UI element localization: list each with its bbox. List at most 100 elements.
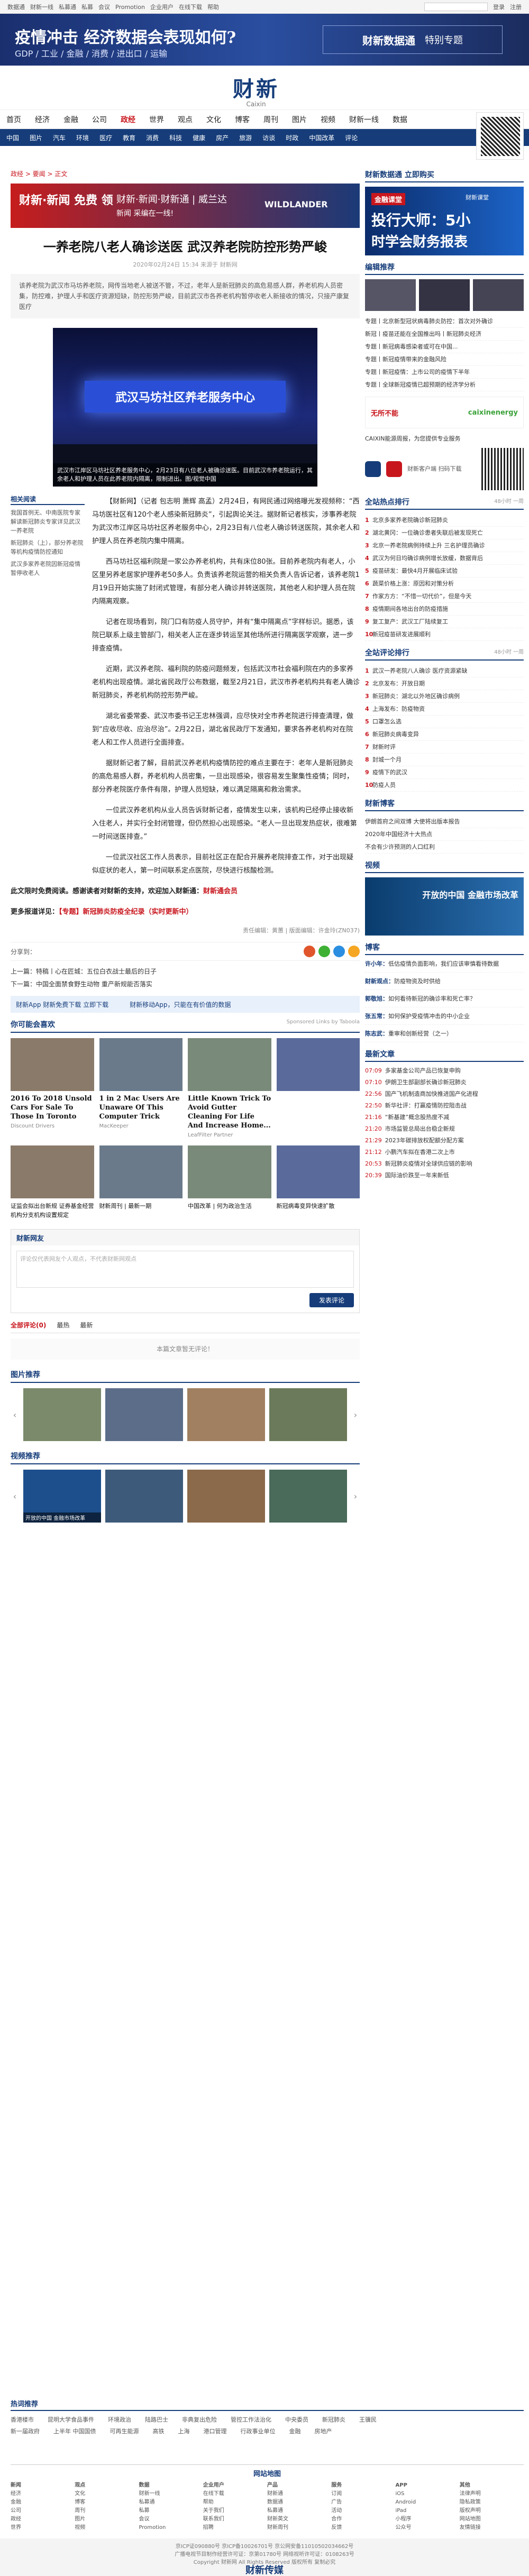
- submit-comment-button[interactable]: 发表评论: [309, 1293, 354, 1307]
- breadcrumb[interactable]: 政经 > 要闻 > 正文: [11, 169, 360, 178]
- next-article-link[interactable]: 下一篇：中国全面禁食野生动物 重产新规能否落实: [11, 978, 360, 991]
- list-item[interactable]: 伊朗首府之间双博 大使将出版本报告: [365, 815, 524, 828]
- subnav-item[interactable]: 中国: [6, 133, 19, 142]
- list-item[interactable]: 不会有少许预测的人口红利: [365, 841, 524, 854]
- site-map-link[interactable]: 法律声明: [460, 2490, 524, 2498]
- hot-word[interactable]: 上海: [178, 2427, 190, 2435]
- app-promo-2[interactable]: 财新移动App，只能在有价值的数据: [130, 1000, 231, 1009]
- related-link[interactable]: 我国首例无、中南医院专家解读新冠肺炎专家详见武汉一养老院: [11, 508, 85, 535]
- list-item-text[interactable]: 伊朗首府之间双博 大使将出版本报告: [365, 818, 460, 825]
- nav-item[interactable]: 周刊: [263, 114, 278, 125]
- blog-author[interactable]: 张五常：: [365, 1013, 388, 1020]
- site-map-link[interactable]: 网站地图: [460, 2515, 524, 2524]
- site-map-link[interactable]: 活动: [331, 2507, 395, 2515]
- recommend-card[interactable]: 证监会拟出台新规 证券基金经营机构分支机构设置规定: [11, 1145, 94, 1222]
- top-link[interactable]: 企业用户: [150, 4, 174, 11]
- recommend-card[interactable]: 新冠病毒变异快速扩散: [276, 1145, 360, 1222]
- list-item[interactable]: 10防疫人员: [365, 779, 524, 792]
- list-item-text[interactable]: 北京一养老院病例持续上升 三名护理员确诊: [372, 542, 485, 549]
- prev-arrow-icon[interactable]: ‹: [11, 1491, 19, 1501]
- site-map-link[interactable]: Promotion: [139, 2524, 203, 2532]
- list-item[interactable]: 专题丨新冠疫情：上市公司的疫情下半年: [365, 366, 524, 379]
- hot-word[interactable]: 房地产: [315, 2427, 332, 2435]
- site-map-link[interactable]: 私募通: [139, 2498, 203, 2507]
- tab-hot-comments[interactable]: 最热: [57, 1321, 69, 1330]
- news-item[interactable]: 22:50 新华社评：打赢疫情防控阻击战: [365, 1101, 524, 1111]
- recommend-card[interactable]: Little Known Trick To Avoid Gutter Clean…: [188, 1038, 271, 1138]
- app-promo-1[interactable]: 财新App 财新免费下载 立即下载: [16, 1000, 108, 1009]
- subnav-item[interactable]: 健康: [193, 133, 205, 142]
- site-map-link[interactable]: 数据通: [267, 2498, 331, 2507]
- list-item-text[interactable]: 2020年中国经济十大热点: [365, 831, 432, 838]
- list-item-text[interactable]: 新冠丨疫苗还能在全国推出吗丨新冠肺炎经济: [365, 331, 481, 337]
- list-item[interactable]: 7 财新时评: [365, 741, 524, 754]
- list-item-text[interactable]: 作家方方：“不惜一切代价”，但是今天: [372, 593, 471, 600]
- list-item-text[interactable]: 防疫人员: [372, 782, 396, 789]
- site-map-link[interactable]: 公众号: [396, 2524, 460, 2532]
- topic-link[interactable]: 【专题】新冠肺炎防疫全纪录（实时更新中）: [59, 908, 193, 916]
- list-item[interactable]: 9 复工复产：武汉工厂陆续复工: [365, 616, 524, 628]
- nav-item[interactable]: 财新一线: [349, 114, 379, 125]
- video-rec-item[interactable]: [105, 1470, 183, 1523]
- list-item[interactable]: 8 疫情期间各地出台的防疫措施: [365, 603, 524, 616]
- subnav-item[interactable]: 汽车: [53, 133, 66, 142]
- hot-word[interactable]: 非典复出危险: [182, 2415, 217, 2424]
- blog-title[interactable]: 重审和创新经营（之一）: [388, 1030, 452, 1037]
- subnav-item[interactable]: 旅游: [239, 133, 252, 142]
- login-link[interactable]: 登录: [493, 3, 505, 11]
- hot-word[interactable]: 中央委员: [285, 2415, 308, 2424]
- subnav-item[interactable]: 医疗: [99, 133, 112, 142]
- top-link[interactable]: 私募: [81, 4, 93, 11]
- top-link[interactable]: 数据通: [7, 4, 25, 11]
- list-item[interactable]: 6 新冠肺炎病毒变异: [365, 728, 524, 741]
- top-link[interactable]: 会议: [98, 4, 110, 11]
- top-link[interactable]: Promotion: [115, 4, 145, 11]
- list-item-text[interactable]: 新冠疫苗研发进展顺利: [372, 631, 431, 638]
- nav-item[interactable]: 视频: [321, 114, 335, 125]
- list-item-text[interactable]: 新冠肺炎：湖北以外地区确诊病例: [372, 693, 460, 700]
- news-title[interactable]: 国际油价跌至一年来新低: [385, 1172, 449, 1179]
- list-item-text[interactable]: 湖北黄冈：一位确诊患者失联后被发现死亡: [372, 529, 483, 536]
- news-item[interactable]: 21:12 小鹏汽车拟在香港二次上市: [365, 1148, 524, 1157]
- list-item-text[interactable]: 武汉为何日均确诊病例增长放缓，数据背后: [372, 555, 483, 562]
- list-item-text[interactable]: 专题丨全球新冠疫情已超预期的经济学分析: [365, 381, 476, 388]
- blog-item[interactable]: 郭敬旭：如何看待新冠的确诊率和死亡率？: [365, 994, 524, 1007]
- top-link[interactable]: 财新一线: [30, 4, 53, 11]
- site-map-link[interactable]: 隐私政策: [460, 2498, 524, 2507]
- qzone-icon[interactable]: [348, 946, 360, 957]
- list-item[interactable]: 专题丨新冠病毒感染者或可在中国...: [365, 341, 524, 353]
- site-map-link[interactable]: 文化: [75, 2490, 139, 2498]
- video-rec-item[interactable]: 开放的中国 金融市场改革: [23, 1470, 101, 1523]
- subnav-item[interactable]: 图片: [30, 133, 42, 142]
- prev-arrow-icon[interactable]: ‹: [11, 1410, 19, 1420]
- nav-item[interactable]: 博客: [235, 114, 250, 125]
- subnav-item[interactable]: 房产: [216, 133, 229, 142]
- next-arrow-icon[interactable]: ›: [351, 1491, 360, 1501]
- site-logo[interactable]: 财新 Caixin: [233, 72, 279, 108]
- list-item-text[interactable]: 疫情下的武汉: [372, 769, 407, 776]
- top-link[interactable]: 在线下载: [179, 4, 202, 11]
- nav-item[interactable]: 金融: [63, 114, 78, 125]
- prev-article-link[interactable]: 上一篇：特稿丨心在匠城：五位白衣战士最后的日子: [11, 965, 360, 978]
- subnav-item[interactable]: 访谈: [262, 133, 275, 142]
- nav-item[interactable]: 观点: [178, 114, 193, 125]
- blog-author[interactable]: 财新观点：: [365, 978, 394, 985]
- nav-item[interactable]: 经济: [35, 114, 50, 125]
- recommend-card[interactable]: 2016 To 2018 Unsold Cars For Sale To Tho…: [11, 1038, 94, 1138]
- list-item[interactable]: 专题丨新冠疫情带来的金融风险: [365, 353, 524, 366]
- blog-item[interactable]: 许小年：低估疫情负面影响，我们应该审慎看待数据: [365, 959, 524, 973]
- hot-word[interactable]: 环境政治: [108, 2415, 131, 2424]
- pick-image[interactable]: [473, 279, 524, 311]
- hot-word[interactable]: 金融: [289, 2427, 301, 2435]
- app-download[interactable]: 财新客户端 扫码下载: [365, 448, 524, 490]
- site-map-link[interactable]: Android: [396, 2498, 460, 2507]
- news-title[interactable]: 新冠肺炎疫情对全球供应链的影响: [385, 1160, 472, 1167]
- blog-item[interactable]: 张五常：如何保护受疫情冲击的中小企业: [365, 1012, 524, 1025]
- news-item[interactable]: 21:29 2023年碳排放权配额分配方案: [365, 1136, 524, 1145]
- reader-title[interactable]: 财新数据通 立即购买: [365, 169, 434, 180]
- hot-word[interactable]: 昆明大学食品事件: [48, 2415, 94, 2424]
- top-banner-ad[interactable]: 疫情冲击 经济数据会表现如何? GDP / 工业 / 金融 / 消费 / 进出口…: [0, 14, 529, 66]
- hot-word[interactable]: 上半年 中国国债: [53, 2427, 96, 2435]
- site-map-link[interactable]: 经济: [11, 2490, 75, 2498]
- blog-item[interactable]: 财新观点：防疫物资及时供给: [365, 977, 524, 990]
